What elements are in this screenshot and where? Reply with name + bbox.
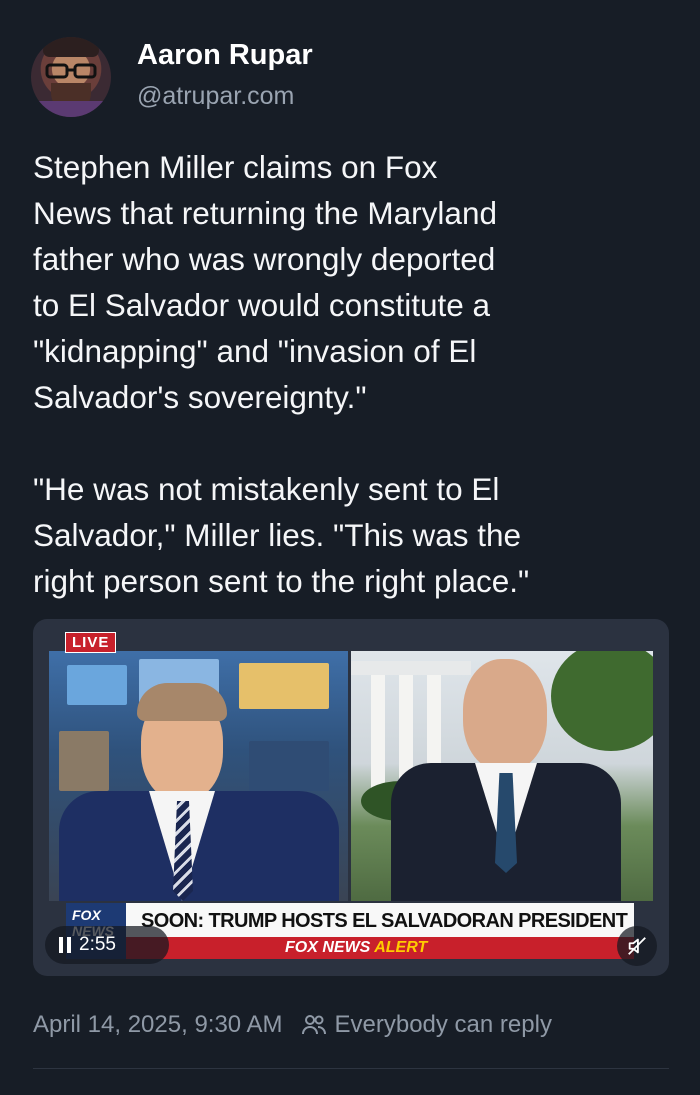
video-anchor-panel — [49, 651, 348, 901]
author-avatar[interactable] — [31, 37, 111, 117]
guest-head — [463, 659, 547, 771]
alert-text: FOX NEWS ALERT — [285, 939, 427, 957]
studio-screen — [67, 665, 127, 705]
studio-screen — [239, 663, 329, 709]
studio-screen — [59, 731, 109, 791]
muted-speaker-icon — [628, 937, 646, 955]
live-badge: LIVE — [65, 632, 117, 653]
author-display-name[interactable]: Aaron Rupar — [137, 39, 313, 72]
tree — [551, 651, 653, 751]
time-remaining: 2:55 — [79, 934, 116, 955]
reply-setting: Everybody can reply — [301, 1011, 552, 1039]
chyron-text: SOON: TRUMP HOSTS EL SALVADORAN PRESIDEN… — [141, 910, 628, 932]
divider — [33, 1068, 669, 1069]
post-paragraph-1: Stephen Miller claims on Fox News that r… — [33, 149, 497, 415]
white-house-roof — [351, 661, 471, 675]
alert-word: ALERT — [374, 939, 428, 956]
avatar-shirt — [31, 101, 111, 117]
alert-brand: FOX NEWS — [285, 939, 371, 956]
pause-icon[interactable] — [59, 937, 71, 953]
studio-screen — [249, 741, 329, 791]
avatar-glasses — [45, 63, 97, 79]
avatar-hair — [43, 37, 99, 57]
post-timestamp[interactable]: April 14, 2025, 9:30 AM — [33, 1011, 283, 1039]
post-paragraph-2: "He was not mistakenly sent to El Salvad… — [33, 471, 530, 599]
post-text: Stephen Miller claims on Fox News that r… — [33, 144, 683, 604]
mute-button[interactable] — [617, 926, 657, 966]
video-player[interactable]: LIVE SOON: TRUMP HOSTS EL SALVADORAN PRE… — [33, 619, 669, 976]
playback-pill[interactable]: 2:55 — [45, 926, 169, 964]
video-guest-panel — [351, 651, 653, 901]
people-icon — [301, 1015, 326, 1035]
author-handle[interactable]: @atrupar.com — [137, 82, 294, 111]
post-meta: April 14, 2025, 9:30 AM Everybody can re… — [33, 1011, 552, 1039]
anchor-hair — [137, 683, 227, 721]
reply-setting-label: Everybody can reply — [334, 1011, 552, 1038]
